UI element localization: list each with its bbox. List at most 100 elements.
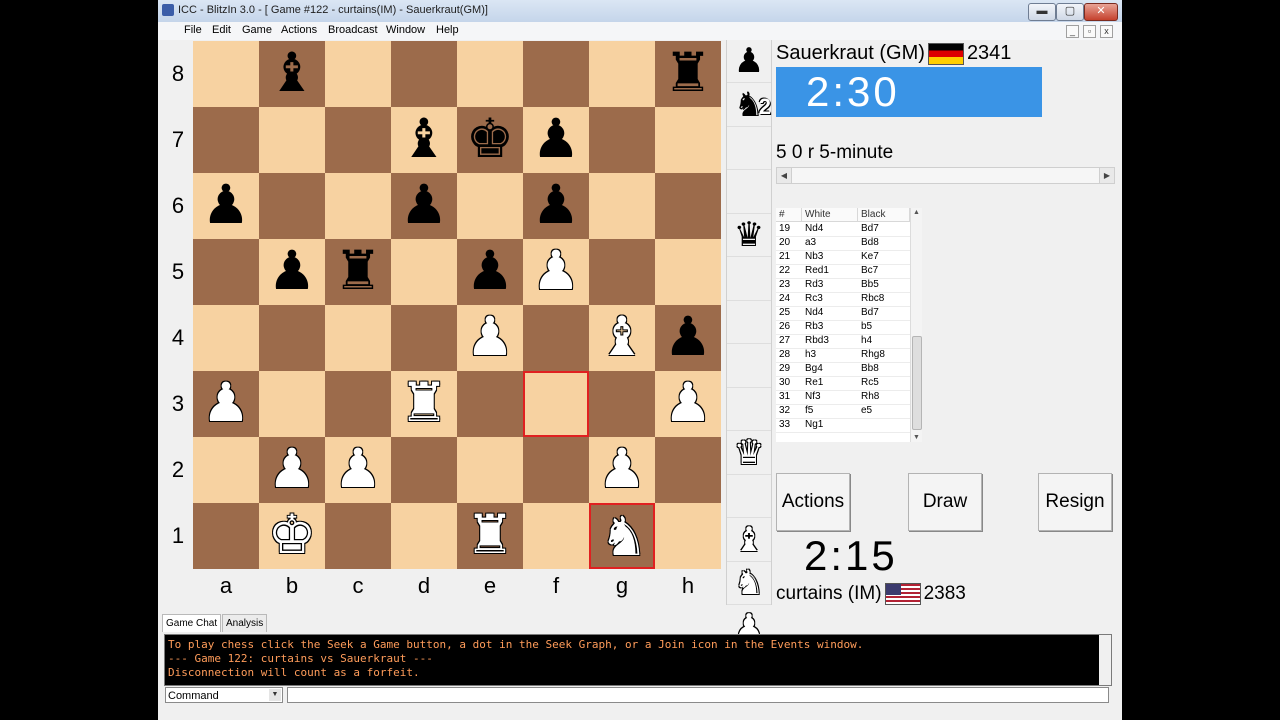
white-move[interactable]: h3 bbox=[805, 348, 816, 362]
move-list[interactable]: # White Black 19 Nd4 Bd7 20 a3 Bd8 21 Nb3 Ke7 22 R… bbox=[776, 208, 910, 442]
square-b8[interactable]: ♝ bbox=[259, 41, 325, 107]
square-a7[interactable] bbox=[193, 107, 259, 173]
black-rook-icon[interactable]: ♜ bbox=[655, 41, 721, 107]
square-f1[interactable] bbox=[523, 503, 589, 569]
white-rook-icon[interactable]: ♜ bbox=[391, 371, 457, 437]
white-pawn-icon[interactable]: ♟ bbox=[589, 437, 655, 503]
white-pawn-icon[interactable]: ♟ bbox=[259, 437, 325, 503]
white-move[interactable]: f5 bbox=[805, 404, 813, 418]
move-row[interactable]: 23 Rd3 Bb5 bbox=[776, 278, 910, 293]
black-move[interactable]: Bb8 bbox=[861, 362, 879, 376]
menu-help[interactable]: Help bbox=[436, 24, 459, 36]
square-b5[interactable]: ♟ bbox=[259, 239, 325, 305]
square-e1[interactable]: ♜ bbox=[457, 503, 523, 569]
black-bishop-icon[interactable]: ♝ bbox=[391, 107, 457, 173]
square-f7[interactable]: ♟ bbox=[523, 107, 589, 173]
white-king-icon[interactable]: ♚ bbox=[259, 503, 325, 569]
white-move[interactable]: Ng1 bbox=[805, 418, 823, 432]
black-move[interactable]: b5 bbox=[861, 320, 872, 334]
black-move[interactable]: e5 bbox=[861, 404, 872, 418]
square-c7[interactable] bbox=[325, 107, 391, 173]
black-move[interactable]: Rc5 bbox=[861, 376, 879, 390]
black-move[interactable]: Bd8 bbox=[861, 236, 879, 250]
black-move[interactable]: Ke7 bbox=[861, 250, 879, 264]
white-rook-icon[interactable]: ♜ bbox=[457, 503, 523, 569]
white-bishop-icon[interactable]: ♝ bbox=[589, 305, 655, 371]
maximize-button[interactable]: ▢ bbox=[1056, 3, 1084, 21]
minimize-button[interactable]: ▬ bbox=[1028, 3, 1056, 21]
square-g5[interactable] bbox=[589, 239, 655, 305]
square-g6[interactable] bbox=[589, 173, 655, 239]
square-c3[interactable] bbox=[325, 371, 391, 437]
mdi-minimize-button[interactable]: _ bbox=[1066, 25, 1079, 38]
white-move[interactable]: Nf3 bbox=[805, 390, 821, 404]
square-d6[interactable]: ♟ bbox=[391, 173, 457, 239]
square-e5[interactable]: ♟ bbox=[457, 239, 523, 305]
menu-actions[interactable]: Actions bbox=[281, 24, 317, 36]
white-move[interactable]: Nd4 bbox=[805, 222, 823, 236]
black-king-icon[interactable]: ♚ bbox=[457, 107, 523, 173]
tab-analysis[interactable]: Analysis bbox=[222, 614, 268, 632]
square-h5[interactable] bbox=[655, 239, 721, 305]
move-list-scrollbar[interactable]: ▲ ▼ bbox=[910, 208, 922, 442]
square-e4[interactable]: ♟ bbox=[457, 305, 523, 371]
square-c4[interactable] bbox=[325, 305, 391, 371]
menu-file[interactable]: File bbox=[184, 24, 202, 36]
square-c5[interactable]: ♜ bbox=[325, 239, 391, 305]
square-f3[interactable] bbox=[523, 371, 589, 437]
black-pawn-icon[interactable]: ♟ bbox=[523, 107, 589, 173]
square-d4[interactable] bbox=[391, 305, 457, 371]
square-e3[interactable] bbox=[457, 371, 523, 437]
black-pawn-icon[interactable]: ♟ bbox=[523, 173, 589, 239]
white-move[interactable]: Rc3 bbox=[805, 292, 823, 306]
tab-game-chat[interactable]: Game Chat bbox=[162, 614, 222, 632]
square-h7[interactable] bbox=[655, 107, 721, 173]
black-move[interactable]: Bb5 bbox=[861, 278, 879, 292]
square-f2[interactable] bbox=[523, 437, 589, 503]
chat-output[interactable]: To play chess click the Seek a Game butt… bbox=[164, 634, 1112, 686]
square-g8[interactable] bbox=[589, 41, 655, 107]
move-row[interactable]: 28 h3 Rhg8 bbox=[776, 348, 910, 363]
square-d8[interactable] bbox=[391, 41, 457, 107]
square-g4[interactable]: ♝ bbox=[589, 305, 655, 371]
resign-button[interactable]: Resign bbox=[1038, 473, 1112, 531]
black-move[interactable]: Rhg8 bbox=[861, 348, 885, 362]
square-a2[interactable] bbox=[193, 437, 259, 503]
white-move[interactable]: Rbd3 bbox=[805, 334, 829, 348]
move-list-header-black[interactable]: Black bbox=[858, 208, 910, 222]
black-move[interactable]: Bd7 bbox=[861, 306, 879, 320]
move-row[interactable]: 29 Bg4 Bb8 bbox=[776, 362, 910, 377]
move-list-header-white[interactable]: White bbox=[802, 208, 858, 222]
close-button[interactable]: ✕ bbox=[1084, 3, 1118, 21]
white-knight-icon[interactable]: ♞ bbox=[591, 505, 657, 571]
square-a4[interactable] bbox=[193, 305, 259, 371]
square-d7[interactable]: ♝ bbox=[391, 107, 457, 173]
white-move[interactable]: Red1 bbox=[805, 264, 829, 278]
actions-button[interactable]: Actions bbox=[776, 473, 850, 531]
scroll-down-arrow-icon[interactable]: ▼ bbox=[911, 434, 922, 441]
square-g7[interactable] bbox=[589, 107, 655, 173]
square-g3[interactable] bbox=[589, 371, 655, 437]
square-f5[interactable]: ♟ bbox=[523, 239, 589, 305]
white-move[interactable]: Nd4 bbox=[805, 306, 823, 320]
menu-broadcast[interactable]: Broadcast bbox=[328, 24, 378, 36]
move-row[interactable]: 25 Nd4 Bd7 bbox=[776, 306, 910, 321]
move-row[interactable]: 27 Rbd3 h4 bbox=[776, 334, 910, 349]
square-e6[interactable] bbox=[457, 173, 523, 239]
mdi-close-button[interactable]: x bbox=[1100, 25, 1113, 38]
black-pawn-icon[interactable]: ♟ bbox=[655, 305, 721, 371]
square-d5[interactable] bbox=[391, 239, 457, 305]
move-row[interactable]: 31 Nf3 Rh8 bbox=[776, 390, 910, 405]
black-move[interactable]: Bc7 bbox=[861, 264, 878, 278]
square-a8[interactable] bbox=[193, 41, 259, 107]
black-pawn-icon[interactable]: ♟ bbox=[457, 239, 523, 305]
square-e8[interactable] bbox=[457, 41, 523, 107]
square-b7[interactable] bbox=[259, 107, 325, 173]
square-h2[interactable] bbox=[655, 437, 721, 503]
square-a1[interactable] bbox=[193, 503, 259, 569]
square-a5[interactable] bbox=[193, 239, 259, 305]
move-row[interactable]: 24 Rc3 Rbc8 bbox=[776, 292, 910, 307]
horizontal-scrollbar[interactable]: ◀ ▶ bbox=[776, 167, 1115, 184]
square-a3[interactable]: ♟ bbox=[193, 371, 259, 437]
white-pawn-icon[interactable]: ♟ bbox=[655, 371, 721, 437]
